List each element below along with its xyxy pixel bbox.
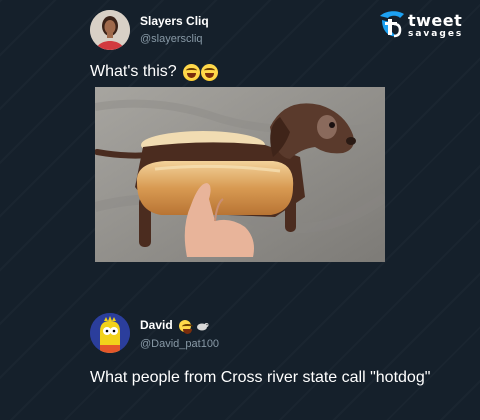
- tweet-text: What's this?: [90, 63, 218, 81]
- small-animal-icon: [197, 322, 209, 331]
- tweet-1: Slayers Cliq @slayerscliq What's this?: [0, 0, 480, 300]
- author-name[interactable]: Slayers Cliq: [140, 14, 209, 28]
- author-handle[interactable]: @slayerscliq: [140, 33, 203, 45]
- avatar[interactable]: [90, 10, 130, 50]
- dachshund-hotdog-image: [95, 87, 385, 262]
- author-handle[interactable]: @David_pat100: [140, 338, 219, 350]
- tweet-2: [0, 300, 480, 420]
- avatar[interactable]: [90, 313, 130, 353]
- tweet-photo[interactable]: [95, 87, 385, 262]
- author-name[interactable]: David: [140, 318, 209, 334]
- face-with-tears-of-joy-icon: [200, 63, 218, 81]
- author-name-text[interactable]: David: [140, 318, 173, 332]
- face-with-tears-of-joy-icon: [182, 63, 200, 81]
- tweet-text-content: What's this?: [90, 63, 177, 80]
- emoji-group: [182, 63, 218, 81]
- tweet-text: What people from Cross river state call …: [90, 369, 431, 386]
- smiling-face-icon: [179, 319, 194, 334]
